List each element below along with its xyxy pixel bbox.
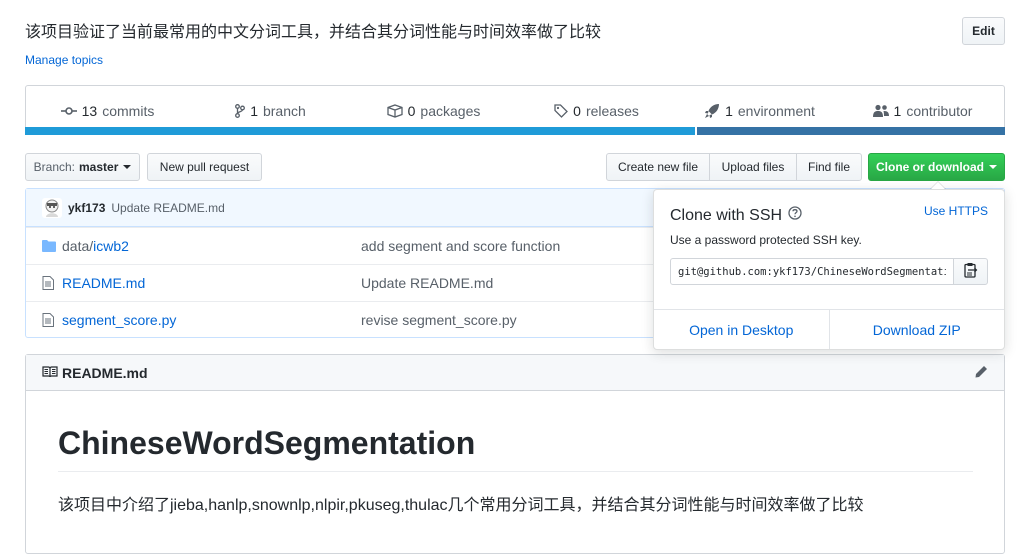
branch-label: Branch: bbox=[33, 160, 75, 174]
file-name: icwb2 bbox=[93, 238, 129, 254]
readme-title: ChineseWordSegmentation bbox=[58, 425, 476, 461]
clone-popup: Clone with SSH Use HTTPS Use a password … bbox=[653, 189, 1005, 350]
history-icon bbox=[60, 104, 77, 118]
language-bar-segment bbox=[25, 127, 695, 135]
question-icon[interactable] bbox=[788, 206, 802, 225]
environments-label: environment bbox=[737, 102, 815, 119]
file-icon bbox=[42, 313, 54, 330]
readme-header: README.md bbox=[26, 355, 1004, 391]
new-pull-request-button[interactable]: New pull request bbox=[147, 153, 262, 181]
clone-url-input[interactable] bbox=[670, 258, 954, 285]
folder-path: data/ bbox=[62, 238, 94, 254]
open-in-desktop-button[interactable]: Open in Desktop bbox=[654, 310, 829, 349]
create-new-file-button[interactable]: Create new file bbox=[606, 153, 710, 181]
branch-icon bbox=[235, 103, 246, 118]
edit-description-button[interactable]: Edit bbox=[962, 17, 1005, 45]
repo-description: 该项目验证了当前最常用的中文分词工具，并结合其分词性能与时间效率做了比较 bbox=[25, 24, 602, 41]
clone-popup-actions: Open in Desktop Download ZIP bbox=[654, 309, 1004, 349]
clone-popup-title: Clone with SSH bbox=[670, 206, 783, 224]
copy-url-button[interactable] bbox=[953, 258, 988, 285]
file-commit-message[interactable]: revise segment_score.py bbox=[361, 312, 517, 328]
folder-icon bbox=[42, 239, 56, 255]
file-link[interactable]: data/icwb2 bbox=[62, 238, 129, 254]
file-commit-message[interactable]: add segment and score function bbox=[361, 238, 560, 254]
contributors-count: 1 bbox=[893, 102, 902, 119]
popup-arrow-inner bbox=[931, 182, 945, 189]
file-commit-message[interactable]: Update README.md bbox=[361, 275, 493, 291]
use-https-link[interactable]: Use HTTPS bbox=[924, 204, 988, 218]
clone-popup-title-row: Clone with SSH bbox=[670, 206, 802, 225]
readme-filename: README.md bbox=[62, 364, 148, 381]
branch-value: master bbox=[79, 160, 119, 174]
contributors-label: contributor bbox=[906, 102, 973, 119]
commits-count: 13 bbox=[81, 102, 98, 119]
manage-topics-link[interactable]: Manage topics bbox=[25, 53, 103, 67]
caret-down-icon bbox=[123, 165, 132, 169]
book-icon bbox=[42, 365, 58, 381]
releases-label: releases bbox=[585, 102, 639, 119]
releases-count: 0 bbox=[573, 102, 581, 119]
tag-icon bbox=[554, 103, 569, 118]
clone-or-download-button[interactable]: Clone or download bbox=[868, 153, 1005, 181]
clipboard-icon bbox=[963, 262, 978, 281]
pencil-icon[interactable] bbox=[974, 365, 988, 382]
readme-divider bbox=[58, 471, 973, 472]
language-bar-segment bbox=[696, 127, 1005, 135]
branch-select-button[interactable]: Branch: master bbox=[25, 153, 140, 181]
caret-down-icon bbox=[989, 165, 997, 169]
rocket-icon bbox=[704, 103, 720, 119]
avatar[interactable] bbox=[42, 197, 62, 218]
file-icon bbox=[42, 276, 54, 293]
clone-or-download-label: Clone or download bbox=[876, 160, 984, 174]
upload-files-button[interactable]: Upload files bbox=[709, 153, 797, 181]
packages-count: 0 bbox=[407, 102, 416, 119]
find-file-button[interactable]: Find file bbox=[796, 153, 862, 181]
language-bar[interactable] bbox=[25, 127, 1005, 135]
commit-message[interactable]: Update README.md bbox=[111, 201, 224, 215]
branches-label: branch bbox=[262, 102, 306, 119]
branches-count: 1 bbox=[250, 102, 258, 119]
file-actions-group: Create new file Upload files Find file bbox=[606, 153, 862, 181]
package-icon bbox=[386, 103, 403, 118]
commit-author[interactable]: ykf173 bbox=[68, 201, 105, 215]
readme-body-text: 该项目中介绍了jieba,hanlp,snownlp,nlpir,pkuseg,… bbox=[58, 497, 864, 514]
packages-label: packages bbox=[420, 102, 481, 119]
download-zip-button[interactable]: Download ZIP bbox=[828, 310, 1005, 349]
people-icon bbox=[872, 104, 889, 118]
file-link[interactable]: segment_score.py bbox=[62, 312, 176, 328]
commits-label: commits bbox=[102, 102, 155, 119]
file-link[interactable]: README.md bbox=[62, 275, 145, 291]
clone-popup-subtitle: Use a password protected SSH key. bbox=[670, 233, 862, 247]
environments-count: 1 bbox=[725, 102, 733, 119]
